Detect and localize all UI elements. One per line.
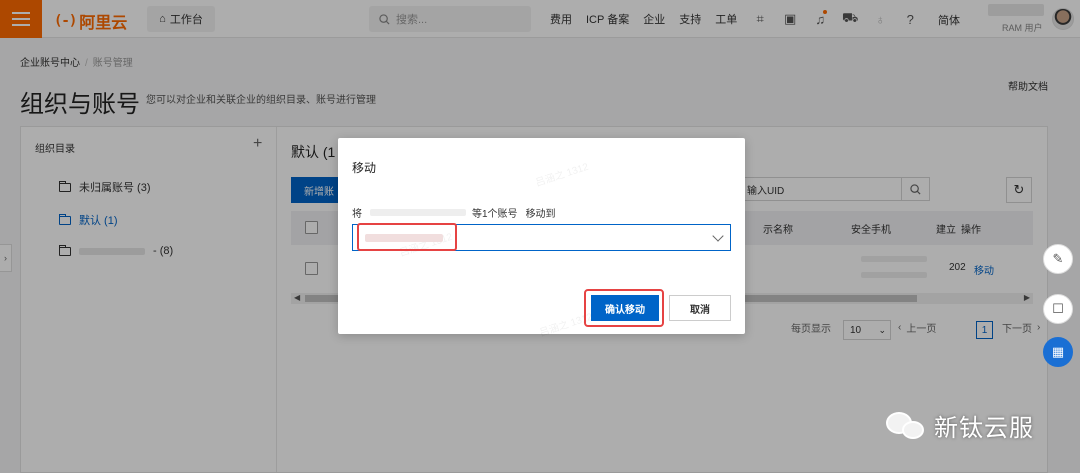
highlight-confirm-box [584, 289, 664, 327]
cancel-button[interactable]: 取消 [669, 295, 731, 321]
chevron-down-icon [712, 229, 724, 242]
pencil-icon: ✎ [1052, 251, 1064, 266]
move-count: 等1个账号 [472, 209, 518, 220]
apps-float-button[interactable]: ▦ [1043, 337, 1073, 367]
brand-text: 新钛云服 [934, 415, 1034, 442]
apps-icon: ▦ [1051, 344, 1065, 359]
move-prefix: 将 [352, 209, 362, 220]
chat-float-button[interactable]: ☐ [1043, 294, 1073, 324]
watermark: 吕涵之 1312 [534, 161, 591, 190]
wechat-brand-watermark: 新钛云服 [886, 408, 1034, 443]
dialog-title: 移动 [352, 161, 377, 175]
wechat-icon [886, 411, 926, 440]
chat-icon: ☐ [1052, 301, 1064, 316]
edit-float-button[interactable]: ✎ [1043, 244, 1073, 274]
move-description: 将 等1个账号 移动到 [352, 205, 556, 220]
redacted-account-name [370, 209, 466, 216]
highlight-select-box [357, 223, 457, 251]
move-to-label: 移动到 [525, 209, 556, 220]
